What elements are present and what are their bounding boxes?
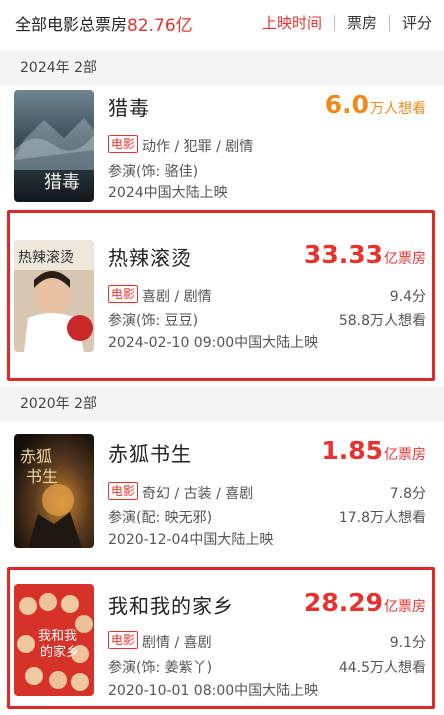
movie-want-count: 44.5万人想看 xyxy=(338,660,426,676)
metric-unit: 万人想看 xyxy=(370,101,426,117)
movie-want-count: 58.8万人想看 xyxy=(338,313,426,329)
metric-value: 33.33 xyxy=(303,240,383,269)
movie-type-tag: 电影 xyxy=(108,285,139,303)
movie-genres: 动作 / 犯罪 / 剧情 xyxy=(142,139,254,155)
metric-unit: 亿票房 xyxy=(384,447,426,463)
movie-want-count: 17.8万人想看 xyxy=(338,510,426,526)
movie-card-chihushusheng[interactable]: 赤狐 书生 赤狐书生 1.85 亿票房 电影 奇幻 / 古装 / 喜剧 7.8分… xyxy=(0,428,444,568)
poster-image[interactable]: 猎毒 xyxy=(14,90,94,202)
movie-rating: 9.4分 xyxy=(389,289,426,305)
movie-release: 2020-10-01 08:00中国大陆上映 xyxy=(108,683,319,699)
card-gap xyxy=(0,202,444,206)
sort-tabs: 上映时间 票房 评分 xyxy=(250,0,444,46)
movie-role: 参演(饰: 姜紫丫) xyxy=(108,660,213,676)
movie-rating: 9.1分 xyxy=(389,635,426,651)
metric-value: 1.85 xyxy=(321,436,383,465)
movie-type-tag: 电影 xyxy=(108,135,139,153)
movie-card-relagunting[interactable]: 热辣滚烫 热辣滚烫 33.33 亿票房 电影 喜剧 / 剧情 9.4分 参演(饰… xyxy=(0,224,444,364)
movie-title[interactable]: 热辣滚烫 xyxy=(108,242,192,271)
box-office-metric: 33.33 亿票房 xyxy=(304,240,426,269)
metric-unit: 亿票房 xyxy=(384,599,426,615)
movie-title[interactable]: 赤狐书生 xyxy=(108,438,192,467)
movie-genres: 剧情 / 喜剧 xyxy=(142,635,212,651)
movie-title[interactable]: 猎毒 xyxy=(108,92,150,121)
tab-release-time[interactable]: 上映时间 xyxy=(250,15,334,31)
movie-card-wohewodejiaxiang[interactable]: 我和我 的家乡 我和我的家乡 28.29 亿票房 电影 剧情 / 喜剧 9.1分… xyxy=(0,574,444,714)
metric-value: 28.29 xyxy=(303,588,383,617)
movie-release: 2024-02-10 09:00中国大陆上映 xyxy=(108,335,319,351)
movie-role: 参演(饰: 骆佳) xyxy=(108,164,199,180)
movie-type-tag: 电影 xyxy=(108,482,139,500)
svg-text:热辣滚烫: 热辣滚烫 xyxy=(18,249,74,266)
svg-text:的家乡: 的家乡 xyxy=(40,644,79,660)
tab-box-office[interactable]: 票房 xyxy=(335,15,389,31)
total-box-office-value: 82.76亿 xyxy=(127,15,193,36)
want-to-see-metric: 6.0 万人想看 xyxy=(325,90,426,119)
movie-title[interactable]: 我和我的家乡 xyxy=(108,590,234,619)
header-bar: 全部电影总票房 82.76亿 上映时间 票房 评分 xyxy=(0,0,444,46)
box-office-metric: 1.85 亿票房 xyxy=(321,436,426,465)
svg-text:我和我: 我和我 xyxy=(38,629,77,644)
movie-type-tag: 电影 xyxy=(108,631,139,649)
movie-rating: 7.8分 xyxy=(389,486,426,502)
metric-unit: 亿票房 xyxy=(384,251,426,267)
poster-image[interactable]: 我和我 的家乡 xyxy=(14,584,94,696)
movie-genres: 喜剧 / 剧情 xyxy=(142,289,212,305)
section-header-2024: 2024年 2部 xyxy=(0,50,444,86)
tab-rating[interactable]: 评分 xyxy=(390,15,444,31)
movie-release: 2020-12-04中国大陆上映 xyxy=(108,532,274,548)
poster-image[interactable]: 热辣滚烫 xyxy=(14,240,94,352)
movie-role: 参演(饰: 豆豆) xyxy=(108,313,199,329)
svg-text:赤狐: 赤狐 xyxy=(20,447,52,466)
movie-genres: 奇幻 / 古装 / 喜剧 xyxy=(142,486,254,502)
movie-release: 2024中国大陆上映 xyxy=(108,185,228,201)
svg-text:猎毒: 猎毒 xyxy=(44,172,80,193)
box-office-metric: 28.29 亿票房 xyxy=(304,588,426,617)
metric-value: 6.0 xyxy=(324,90,369,119)
movie-role: 参演(配: 映无邪) xyxy=(108,510,213,526)
section-header-2020: 2020年 2部 xyxy=(0,386,444,422)
svg-text:书生: 书生 xyxy=(26,467,58,486)
poster-image[interactable]: 赤狐 书生 xyxy=(14,434,94,548)
total-box-office-label: 全部电影总票房 xyxy=(15,15,128,34)
